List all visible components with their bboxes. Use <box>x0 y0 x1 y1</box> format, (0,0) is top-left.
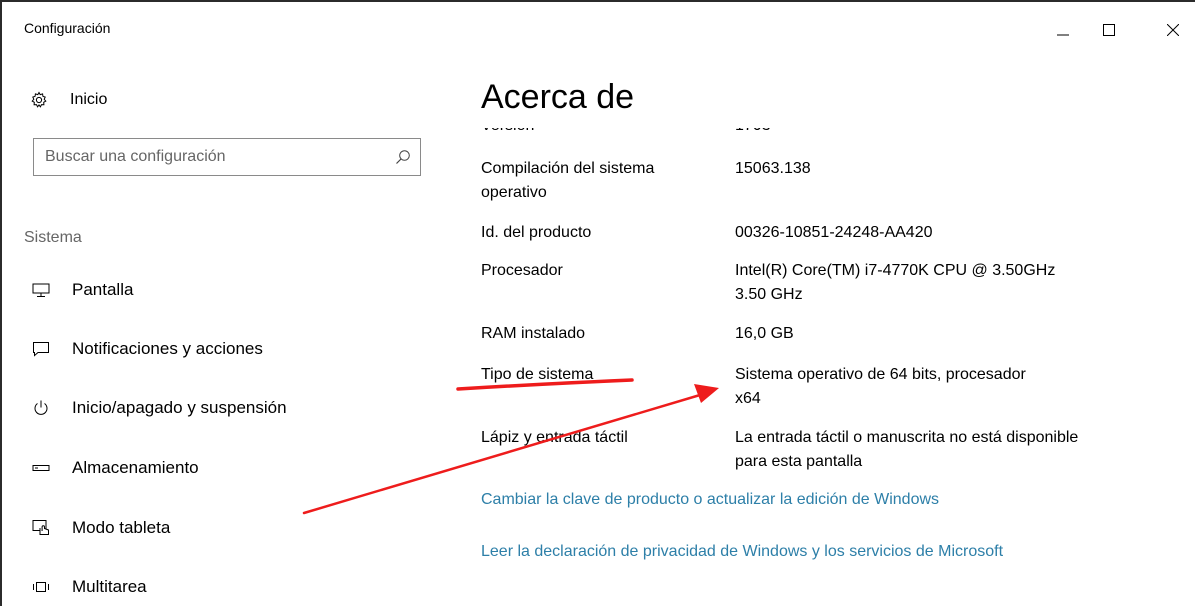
nav-home-label: Inicio <box>70 91 108 108</box>
sidebar-item-label: Inicio/apagado y suspensión <box>72 398 287 417</box>
spec-value: 00326-10851-24248-AA420 <box>735 224 933 241</box>
sidebar-item-label: Modo tableta <box>72 518 171 537</box>
multitask-icon <box>30 577 52 597</box>
spec-value: Intel(R) Core(TM) i7-4770K CPU @ 3.50GHz… <box>735 262 1069 303</box>
sidebar-item-almacenamiento[interactable]: Almacenamiento <box>24 448 424 488</box>
sidebar-item-label: Notificaciones y acciones <box>72 339 263 358</box>
sidebar-item-pantalla[interactable]: Pantalla <box>24 270 424 310</box>
minimize-button[interactable] <box>1040 10 1086 50</box>
spec-value: 16,0 GB <box>735 325 794 342</box>
storage-icon <box>30 458 52 478</box>
gear-icon <box>30 91 48 109</box>
display-icon <box>30 280 52 300</box>
spec-label: Id. del producto <box>481 224 592 241</box>
maximize-button[interactable] <box>1086 10 1132 50</box>
notification-icon <box>30 339 52 359</box>
spec-label: Lápiz y entrada táctil <box>481 429 628 446</box>
tablet-mode-icon <box>30 518 52 538</box>
spec-label: Tipo de sistema <box>481 366 594 383</box>
spec-value: La entrada táctil o manuscrita no está d… <box>735 429 1079 470</box>
privacy-statement-link[interactable]: Leer la declaración de privacidad de Win… <box>481 540 1061 564</box>
close-icon <box>1167 24 1179 36</box>
sidebar-item-modo-tableta[interactable]: Modo tableta <box>24 508 424 548</box>
sidebar-item-label: Pantalla <box>72 280 134 299</box>
window-title: Configuración <box>24 20 111 36</box>
page-title: Acerca de <box>481 78 635 116</box>
spec-value: Sistema operativo de 64 bits, procesador… <box>735 366 1026 407</box>
about-content[interactable]: Versión 1703 Compilación del sistema ope… <box>470 128 1090 606</box>
sidebar-item-inicio-apagado[interactable]: Inicio/apagado y suspensión <box>24 388 424 428</box>
sidebar-item-notificaciones[interactable]: Notificaciones y acciones <box>24 329 424 369</box>
search-icon[interactable] <box>386 139 420 175</box>
spec-label: Procesador <box>481 262 563 279</box>
sidebar-section-label: Sistema <box>24 229 82 246</box>
search-box[interactable] <box>33 138 421 176</box>
spec-label: Compilación del sistema operativo <box>481 160 655 201</box>
spec-label: RAM instalado <box>481 325 586 342</box>
window-border-top <box>0 0 1195 2</box>
spec-label: Versión <box>481 128 721 138</box>
nav-home[interactable]: Inicio <box>30 86 107 114</box>
spec-value: 1703 <box>735 128 1075 138</box>
search-input[interactable] <box>34 139 386 175</box>
power-icon <box>30 398 52 418</box>
sidebar-item-label: Almacenamiento <box>72 458 199 477</box>
window-border-left <box>0 0 2 606</box>
minimize-icon <box>1057 34 1069 36</box>
spec-value: 15063.138 <box>735 160 811 177</box>
sidebar-item-label: Multitarea <box>72 577 147 596</box>
maximize-icon <box>1103 24 1115 36</box>
change-product-key-link[interactable]: Cambiar la clave de producto o actualiza… <box>481 488 1071 512</box>
sidebar-item-multitarea[interactable]: Multitarea <box>24 567 424 607</box>
close-button[interactable] <box>1150 10 1195 50</box>
